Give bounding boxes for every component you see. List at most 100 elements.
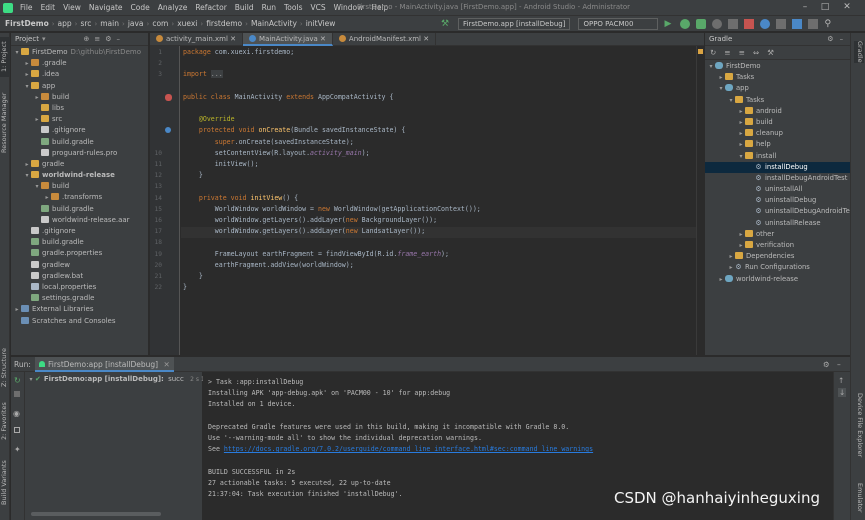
close-tab-icon[interactable]: ✕ [163, 360, 169, 369]
tree-item[interactable]: .gitignore [11, 226, 148, 237]
tree-item[interactable]: ▸ gradle [11, 159, 148, 170]
breadcrumb-item[interactable]: MainActivity [249, 19, 299, 28]
tree-item[interactable]: Scratches and Consoles [11, 316, 148, 327]
expanded-arrow-icon[interactable]: ▾ [13, 47, 21, 58]
tree-item[interactable]: gradlew [11, 260, 148, 271]
tab-favorites[interactable]: 2: Favorites [0, 401, 10, 441]
project-view-select[interactable]: Project [15, 35, 39, 43]
collapsed-arrow-icon[interactable]: ▸ [23, 58, 31, 69]
tree-item[interactable]: ▸ worldwind-release [705, 274, 850, 285]
expanded-arrow-icon[interactable]: ▾ [737, 151, 745, 162]
breadcrumb-item[interactable]: initView [304, 19, 338, 28]
collapsed-arrow-icon[interactable]: ▸ [23, 159, 31, 170]
apply-changes-icon[interactable] [680, 19, 691, 29]
link-icon[interactable]: ⇔ [753, 48, 759, 57]
docs-link[interactable]: https://docs.gradle.org/7.0.2/userguide/… [224, 445, 593, 453]
hide-icon[interactable]: – [117, 35, 121, 43]
menu-view[interactable]: View [59, 3, 85, 12]
tree-item[interactable]: proguard-rules.pro [11, 148, 148, 159]
tree-item[interactable]: ▸ cleanup [705, 128, 850, 139]
sdk-manager-icon[interactable] [792, 19, 803, 29]
tree-item[interactable]: ▾ FirstDemo D:\github\FirstDemo [11, 47, 148, 58]
collapsed-arrow-icon[interactable]: ▸ [717, 274, 725, 285]
layout-icon[interactable] [14, 427, 20, 433]
editor-tab[interactable]: MainActivity.java ✕ [243, 33, 333, 46]
menu-vcs[interactable]: VCS [306, 3, 329, 12]
collapsed-arrow-icon[interactable]: ▸ [737, 117, 745, 128]
debug-icon[interactable] [696, 19, 707, 29]
pin-icon[interactable]: ✦ [14, 445, 21, 454]
breadcrumb-item[interactable]: java [126, 19, 146, 28]
expanded-arrow-icon[interactable]: ▾ [23, 170, 31, 181]
tree-item[interactable]: ▸ verification [705, 240, 850, 251]
expand-all-icon[interactable]: ≡ [724, 48, 730, 57]
expanded-arrow-icon[interactable]: ▾ [23, 81, 31, 92]
sync-icon[interactable] [760, 19, 771, 29]
menu-build[interactable]: Build [231, 3, 258, 12]
tree-item[interactable]: ▸ .idea [11, 69, 148, 80]
tree-item[interactable]: ▸ .gradle [11, 58, 148, 69]
run-tab[interactable]: FirstDemo:app [installDebug] ✕ [35, 357, 174, 372]
tree-item[interactable]: ▸ src [11, 114, 148, 125]
device-select[interactable]: OPPO PACM00 [578, 18, 659, 30]
tab-project[interactable]: 1: Project [0, 37, 10, 77]
tree-item[interactable]: ▾ build [11, 181, 148, 192]
collapsed-arrow-icon[interactable]: ▸ [13, 304, 21, 315]
menu-analyze[interactable]: Analyze [154, 3, 192, 12]
tree-item[interactable]: ▸ Dependencies [705, 251, 850, 262]
tab-emulator[interactable]: Emulator [854, 483, 864, 513]
settings-icon[interactable]: ⚙ [827, 35, 833, 43]
view-icon[interactable]: ◉ [13, 409, 20, 418]
tree-item[interactable]: ⚙ uninstallRelease [705, 218, 850, 229]
tree-item[interactable]: ⚙ uninstallDebug [705, 195, 850, 206]
collapsed-arrow-icon[interactable]: ▸ [737, 240, 745, 251]
menu-navigate[interactable]: Navigate [85, 3, 127, 12]
tree-item[interactable]: ▾ app [11, 81, 148, 92]
stop-icon[interactable] [14, 391, 20, 397]
refresh-icon[interactable]: ↻ [710, 48, 716, 57]
tab-resource-manager[interactable]: Resource Manager [0, 88, 10, 158]
override-icon[interactable] [165, 127, 171, 134]
tree-item[interactable]: settings.gradle [11, 293, 148, 304]
settings-icon[interactable]: ⚙ [823, 360, 830, 369]
tree-item[interactable]: ▸ build [11, 92, 148, 103]
hide-icon[interactable]: – [837, 360, 841, 369]
tab-device-file-explorer[interactable]: Device File Explorer [854, 393, 864, 457]
collapsed-arrow-icon[interactable]: ▸ [43, 192, 51, 203]
run-config-select[interactable]: FirstDemo.app [installDebug] [458, 18, 571, 30]
tree-item[interactable]: ▾ Tasks [705, 95, 850, 106]
breadcrumb-item[interactable]: main [98, 19, 121, 28]
tree-item[interactable]: gradle.properties [11, 248, 148, 259]
tree-item[interactable]: ⚙ uninstallAll [705, 184, 850, 195]
tree-item[interactable]: ⚙ installDebugAndroidTest [705, 173, 850, 184]
wrench-icon[interactable]: ⚒ [767, 48, 774, 57]
layout-inspector-icon[interactable] [808, 19, 819, 29]
tree-item[interactable]: ▾ worldwind-release [11, 170, 148, 181]
collapsed-arrow-icon[interactable]: ▸ [727, 251, 735, 262]
hammer-icon[interactable]: ⚒ [441, 19, 451, 29]
tree-item[interactable]: ▸ android [705, 106, 850, 117]
breadcrumb-item[interactable]: firstdemo [204, 19, 244, 28]
tree-item[interactable]: ▸ ⚙ Run Configurations [705, 262, 850, 273]
breadcrumb-item[interactable]: com [150, 19, 170, 28]
breadcrumb-item[interactable]: FirstDemo [3, 19, 51, 28]
collapsed-arrow-icon[interactable]: ▸ [737, 106, 745, 117]
tree-item[interactable]: build.gradle [11, 204, 148, 215]
tree-item[interactable]: gradlew.bat [11, 271, 148, 282]
tree-item[interactable]: ▾ FirstDemo [705, 61, 850, 72]
menu-tools[interactable]: Tools [280, 3, 306, 12]
tree-item[interactable]: .gitignore [11, 125, 148, 136]
tab-build-variants[interactable]: Build Variants [0, 458, 10, 508]
collapsed-arrow-icon[interactable]: ▸ [737, 229, 745, 240]
collapsed-arrow-icon[interactable]: ▸ [737, 128, 745, 139]
tree-item[interactable]: worldwind-release.aar [11, 215, 148, 226]
collapsed-arrow-icon[interactable]: ▸ [33, 114, 41, 125]
class-run-icon[interactable] [165, 93, 172, 101]
minimize-icon[interactable]: – [798, 1, 812, 13]
rerun-icon[interactable]: ↻ [14, 376, 21, 385]
tab-gradle[interactable]: Gradle [854, 41, 864, 63]
collapse-icon[interactable]: ≡ [94, 35, 100, 43]
collapse-all-icon[interactable]: ≡ [739, 48, 745, 57]
tree-item[interactable]: ⚙ uninstallDebugAndroidTest [705, 206, 856, 217]
maximize-icon[interactable]: □ [818, 1, 832, 13]
